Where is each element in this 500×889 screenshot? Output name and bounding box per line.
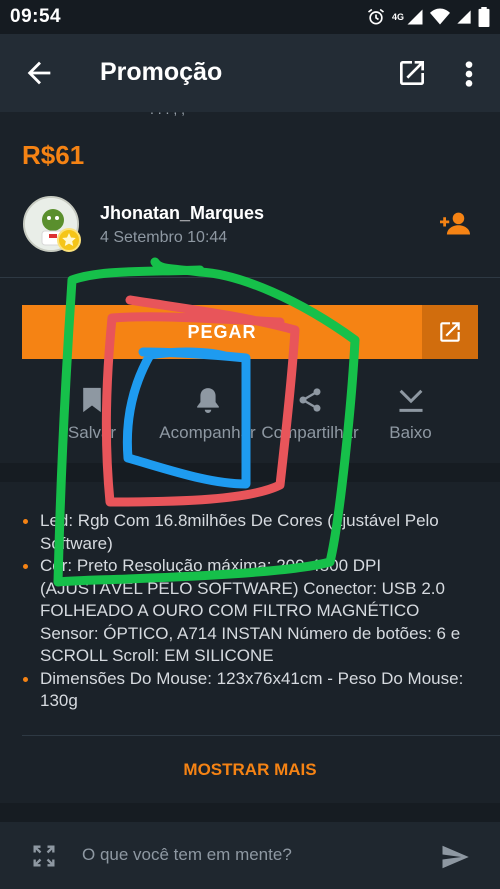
wifi-icon (430, 8, 450, 25)
section-separator (0, 803, 500, 822)
screen: 09:54 4G Promoção . . . , , R$61 Jhonata… (0, 0, 500, 889)
network-label: 4G (391, 12, 404, 22)
comment-input[interactable] (82, 832, 422, 878)
save-button[interactable]: Salvar (62, 385, 122, 443)
more-vertical-icon[interactable] (458, 58, 480, 90)
alarm-icon (367, 8, 384, 25)
fullscreen-icon[interactable] (30, 842, 58, 870)
description-item: Dimensões Do Mouse: 123x76x41cm - Peso D… (22, 668, 482, 713)
status-time: 09:54 (10, 6, 62, 27)
open-deal-external-button[interactable] (422, 305, 478, 359)
divider (22, 735, 500, 736)
status-bar: 09:54 4G (0, 0, 500, 34)
mobile-network: 4G (392, 8, 424, 26)
share-button[interactable]: Compartilhar (255, 385, 365, 443)
deal-description: Led: Rgb Com 16.8milhões De Cores (ajust… (22, 510, 482, 713)
page-title: Promoção (100, 58, 223, 86)
user-level-badge-icon (57, 228, 81, 252)
add-person-icon[interactable] (440, 210, 470, 236)
open-in-new-icon[interactable] (396, 57, 428, 89)
signal-small-icon (457, 10, 471, 24)
comment-composer (0, 822, 500, 889)
downvote-button[interactable]: Baixo (383, 385, 438, 443)
back-arrow-icon[interactable] (22, 56, 56, 90)
app-bar: Promoção (0, 34, 500, 112)
follow-deal-label: Acompanhar (159, 423, 256, 442)
scrolled-title-fragment: . . . , , (150, 104, 186, 116)
share-icon (299, 388, 321, 412)
action-row: Salvar Acompanhar Compartilhar Baixo (0, 385, 500, 451)
battery-icon (478, 7, 490, 27)
author-name[interactable]: Jhonatan_Marques (100, 203, 264, 224)
open-in-new-icon (440, 322, 460, 342)
deal-price: R$61 (22, 140, 85, 170)
download-icon (398, 389, 423, 412)
show-more-button[interactable]: MOSTRAR MAIS (0, 760, 500, 780)
signal-icon (407, 9, 423, 25)
section-separator (0, 463, 500, 482)
divider (0, 277, 500, 278)
status-icons: 4G (366, 6, 490, 28)
post-date: 4 Setembro 10:44 (100, 229, 228, 246)
description-item: Led: Rgb Com 16.8milhões De Cores (ajust… (22, 510, 482, 555)
get-deal-label: PEGAR (187, 321, 257, 342)
description-item: Cor: Preto Resolução máxima: 200-4800 DP… (22, 555, 482, 668)
save-label: Salvar (67, 423, 117, 442)
send-icon[interactable] (438, 842, 472, 872)
get-deal-button[interactable]: PEGAR (22, 305, 422, 359)
bell-icon (196, 388, 219, 413)
bookmark-icon (83, 387, 101, 413)
share-label: Compartilhar (261, 423, 359, 442)
downvote-label: Baixo (389, 423, 432, 442)
